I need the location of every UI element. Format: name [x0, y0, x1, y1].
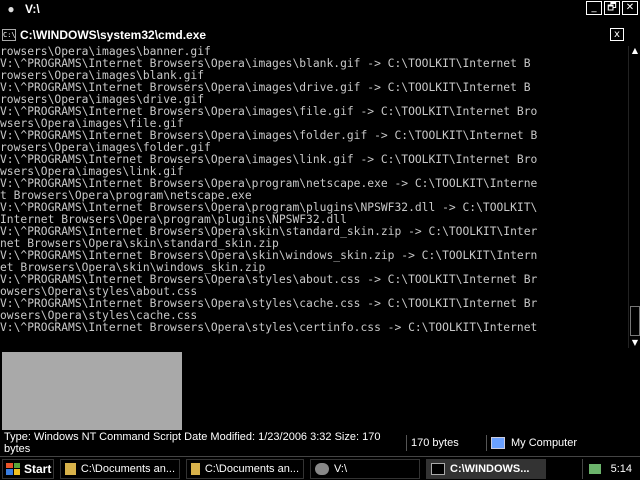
restore-button[interactable]: 🗗 — [604, 1, 620, 15]
status-zone-label: My Computer — [511, 437, 578, 449]
user-icon: ● — [7, 2, 15, 16]
details-preview-panel — [2, 352, 182, 430]
console-scrollbar[interactable]: ▲ ▼ — [628, 46, 640, 348]
cmd-close-button[interactable]: x — [610, 28, 624, 41]
start-button[interactable]: Start — [2, 458, 54, 479]
explorer-title-bar: ● V:\ _ 🗗 ✕ — [0, 0, 640, 18]
close-button[interactable]: ✕ — [622, 1, 638, 15]
taskbar-item-label: C:\Documents an... — [204, 462, 299, 475]
status-file-size: 170 bytes — [407, 435, 487, 451]
taskbar-item-cmd[interactable]: C:\WINDOWS... — [426, 458, 546, 479]
cmd-window: C:\ C:\WINDOWS\system32\cmd.exe x rowser… — [0, 26, 640, 348]
folder-icon — [65, 462, 76, 475]
status-file-info: Type: Windows NT Command Script Date Mod… — [0, 431, 407, 455]
clock[interactable]: 5:14 — [611, 463, 632, 475]
scroll-up-arrow-icon[interactable]: ▲ — [630, 46, 640, 56]
scroll-down-arrow-icon[interactable]: ▼ — [630, 338, 640, 348]
taskbar-item-v-drive[interactable]: V:\ — [310, 458, 420, 479]
taskbar-item-label: C:\Documents an... — [80, 462, 175, 475]
taskbar-item-documents-2[interactable]: C:\Documents an... — [186, 458, 304, 479]
cmd-window-title: C:\WINDOWS\system32\cmd.exe — [20, 28, 207, 42]
user-icon — [315, 462, 329, 475]
cmd-icon — [431, 462, 445, 475]
my-computer-icon — [491, 437, 505, 449]
taskbar-item-documents-1[interactable]: C:\Documents an... — [60, 458, 180, 479]
scroll-thumb[interactable] — [630, 306, 640, 336]
cmd-icon: C:\ — [2, 29, 16, 41]
window-controls: _ 🗗 ✕ — [586, 1, 638, 15]
console-line: V:\^PROGRAMS\Internet Browsers\Opera\sty… — [0, 321, 538, 334]
taskbar-item-label: V:\ — [334, 462, 348, 475]
network-icon[interactable] — [588, 463, 601, 474]
taskbar: Start C:\Documents an... C:\Documents an… — [0, 456, 640, 480]
console-output[interactable]: rowsers\Opera\images\banner.gif V:\^PROGR… — [0, 46, 628, 346]
explorer-window-title: V:\ — [25, 2, 40, 16]
minimize-button[interactable]: _ — [586, 1, 602, 15]
taskbar-item-label: C:\WINDOWS... — [450, 462, 530, 475]
cmd-title-bar[interactable]: C:\ C:\WINDOWS\system32\cmd.exe x — [0, 26, 640, 44]
windows-logo-icon — [6, 462, 20, 475]
status-bar: Type: Windows NT Command Script Date Mod… — [0, 431, 640, 455]
system-tray: 5:14 — [582, 458, 640, 479]
start-label: Start — [24, 461, 52, 476]
folder-icon — [191, 462, 200, 475]
status-zone: My Computer — [487, 435, 637, 451]
